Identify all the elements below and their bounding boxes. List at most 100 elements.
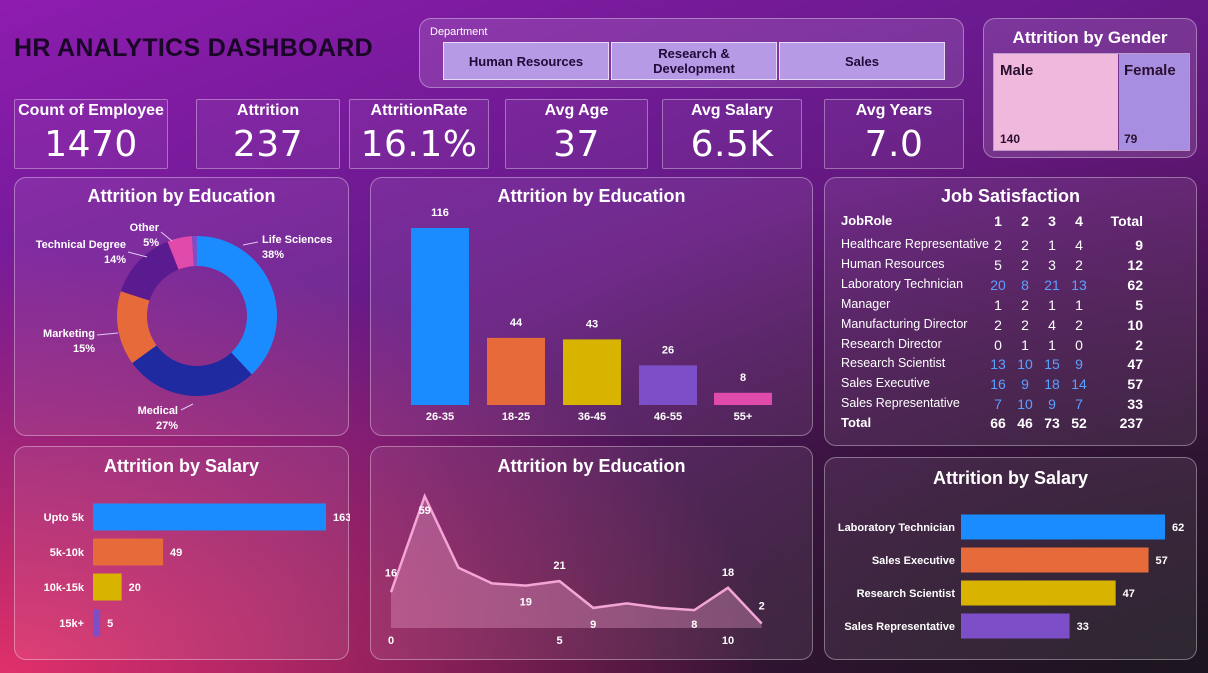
donut-chart[interactable]: Life Sciences 38% Medical 27% Marketing 15% Te…	[15, 178, 350, 437]
role-bar-value: 47	[1123, 588, 1135, 600]
job-value-cell: 13	[990, 356, 1006, 373]
job-table-row: Healthcare Representative 2 2 1 4 9	[839, 237, 1143, 257]
role-bar-category: Research Scientist	[857, 588, 956, 600]
role-bar-laboratory-technician	[961, 514, 1165, 540]
kpi-avg-salary: Avg Salary 6.5K	[662, 99, 802, 169]
role-bar-research-scientist	[961, 580, 1116, 606]
donut-label-category: Life Sciences	[262, 234, 332, 246]
job-role-cell: Research Director	[841, 336, 942, 351]
job-value-cell: 9	[1135, 237, 1143, 253]
job-role-cell: Total	[841, 415, 872, 430]
job-value-cell: 4	[1075, 213, 1083, 229]
job-value-cell: 14	[1071, 376, 1087, 393]
role-bar-sales-executive	[961, 547, 1149, 573]
job-value-cell: 1	[994, 296, 1002, 313]
job-table-row: Research Director 0 1 1 0 2	[839, 336, 1143, 357]
age-bar-category: 18-25	[502, 411, 530, 423]
job-value-cell: 0	[1075, 336, 1083, 353]
job-value-cell: 10	[1017, 356, 1033, 373]
job-value-cell: 33	[1127, 396, 1143, 413]
job-value-cell: 20	[990, 276, 1006, 293]
years-point-label: 21	[553, 560, 565, 572]
job-role-cell: JobRole	[841, 213, 893, 228]
job-role-cell: Manager	[841, 296, 891, 311]
job-value-cell: 73	[1044, 415, 1060, 431]
age-bar-category: 26-35	[426, 411, 454, 423]
salary-bar-chart[interactable]: Upto 5k 163 5k-10k 49 10k-15k 20 15k+ 5	[15, 447, 350, 661]
job-value-cell: 46	[1017, 415, 1033, 431]
age-bar-46-55	[639, 365, 697, 405]
kpi-value: 6.5K	[690, 124, 774, 165]
salary-bar-value: 5	[107, 618, 113, 630]
job-value-cell: 66	[990, 415, 1006, 431]
job-satisfaction-panel: Job Satisfaction JobRole 1 2 3 4 Total Healthc…	[824, 177, 1197, 446]
job-value-cell: 7	[994, 396, 1002, 413]
years-x-tick: 5	[556, 635, 562, 647]
donut-leader-line	[127, 251, 148, 258]
age-bar-category: 36-45	[578, 411, 606, 423]
role-bar-category: Sales Representative	[844, 621, 955, 633]
job-value-cell: 1	[994, 213, 1002, 229]
donut-leader-line	[160, 231, 173, 242]
gender-female-value: 79	[1124, 132, 1138, 146]
role-bar-panel: Attrition by Salary Laboratory Technicia…	[824, 457, 1197, 660]
role-bar-value: 33	[1077, 621, 1089, 633]
dept-button-sales[interactable]: Sales	[779, 42, 945, 80]
job-table-total-row: Total 66 46 73 52 237	[839, 415, 1143, 435]
age-bar-55+	[714, 392, 772, 405]
job-value-cell: 4	[1048, 316, 1056, 333]
job-table-row: Sales Executive 16 9 18 14 57	[839, 376, 1143, 396]
job-value-cell: 3	[1048, 213, 1056, 229]
years-area-chart[interactable]: 16 59 19 21 9 8 18 2 0 5 10	[371, 447, 814, 661]
kpi-value: 16.1%	[360, 124, 478, 165]
job-value-cell: 4	[1075, 237, 1083, 253]
kpi-count-of-employee: Count of Employee 1470	[14, 99, 168, 169]
gender-treemap: Male 140 Female 79	[993, 53, 1190, 151]
salary-bar-5k-10k	[93, 538, 164, 566]
gender-male-label: Male	[1000, 62, 1034, 79]
job-table-row: Sales Representative 7 10 9 7 33	[839, 396, 1143, 416]
years-point-label: 59	[419, 505, 431, 517]
years-point-label: 9	[590, 619, 596, 631]
job-value-cell: 9	[1021, 376, 1029, 393]
salary-bar-value: 163	[333, 512, 350, 524]
donut-panel: Attrition by Education Life Sciences 38% M…	[14, 177, 349, 436]
job-value-cell: 9	[1075, 356, 1083, 373]
salary-bar-category: 15k+	[59, 618, 84, 630]
job-role-cell: Sales Executive	[841, 376, 930, 391]
age-bar-chart[interactable]: 116 26-35 44 18-25 43 36-45 26 46-55 8 55+	[371, 178, 814, 437]
job-value-cell: 18	[1044, 376, 1060, 393]
years-area-fill	[391, 496, 762, 628]
job-value-cell: 12	[1127, 256, 1143, 273]
years-point-label: 19	[520, 597, 532, 609]
kpi-attrition: Attrition 237	[196, 99, 340, 169]
gender-tile-male[interactable]: Male 140	[994, 54, 1118, 150]
job-value-cell: 2	[1075, 256, 1083, 273]
dept-button-research-development[interactable]: Research & Development	[611, 42, 777, 80]
role-bar-chart[interactable]: Laboratory Technician 62 Sales Executive 57…	[825, 458, 1198, 661]
role-bar-value: 62	[1172, 522, 1184, 534]
age-bar-36-45	[563, 339, 621, 405]
salary-bar-upto 5k	[93, 503, 326, 531]
job-value-cell: 10	[1017, 396, 1033, 413]
dept-button-human-resources[interactable]: Human Resources	[443, 42, 609, 80]
department-label: Department	[430, 26, 488, 38]
job-value-cell: 5	[1135, 296, 1143, 313]
gender-tile-female[interactable]: Female 79	[1119, 54, 1189, 150]
donut-label-percent: 27%	[156, 420, 178, 432]
age-bar-category: 55+	[734, 411, 753, 423]
salary-bar-value: 49	[170, 547, 182, 559]
job-role-cell: Research Scientist	[841, 356, 946, 371]
salary-bar-value: 20	[129, 582, 141, 594]
job-value-cell: 7	[1075, 396, 1083, 413]
years-x-tick: 0	[388, 635, 394, 647]
gender-female-label: Female	[1124, 62, 1176, 79]
donut-label-percent: 5%	[143, 237, 159, 249]
age-bar-26-35	[411, 228, 469, 405]
job-table-row: Manufacturing Director 2 2 4 2 10	[839, 316, 1143, 337]
years-area-panel: Attrition by Education 16 59 19 21 9 8 18 2 0 5 10	[370, 446, 813, 660]
job-role-cell: Human Resources	[841, 256, 945, 271]
kpi-attrition-rate: AttritionRate 16.1%	[349, 99, 489, 169]
job-role-cell: Manufacturing Director	[841, 316, 968, 331]
page-title: HR ANALYTICS DASHBOARD	[14, 34, 373, 62]
